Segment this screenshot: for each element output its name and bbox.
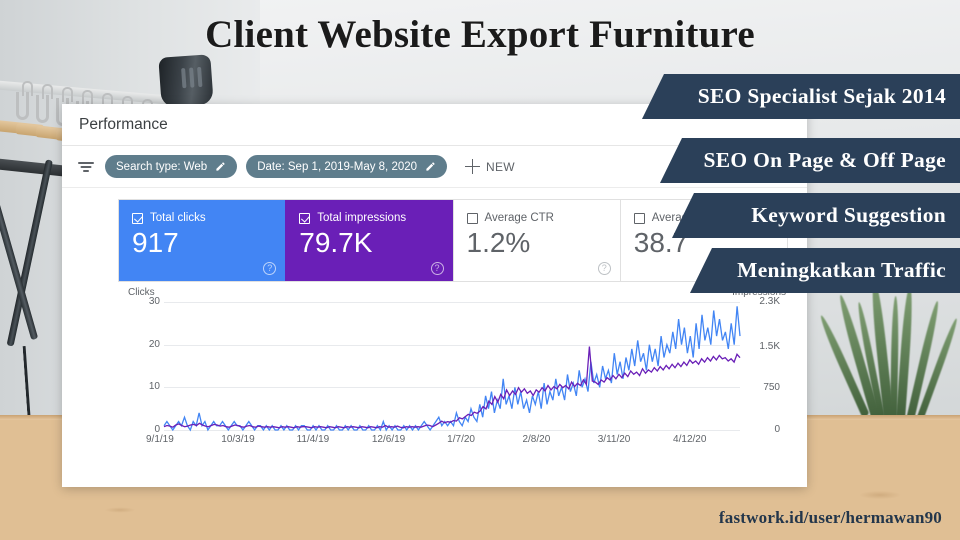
hanger-hook: [36, 84, 53, 123]
new-button-label: NEW: [486, 159, 515, 174]
metric-card-value: 79.7K: [299, 227, 373, 258]
checkbox-checked-icon[interactable]: [299, 212, 311, 224]
profile-url: fastwork.id/user/hermawan90: [718, 508, 942, 527]
performance-chart: ClicksImpressions010203007501.5K2.3K9/1/…: [118, 287, 788, 463]
service-banner: Meningkatkan Traffic: [690, 248, 960, 293]
help-icon[interactable]: ?: [597, 262, 611, 275]
metric-card-label: Average CTR: [484, 212, 554, 224]
chip-date-range[interactable]: Date: Sep 1, 2019-May 8, 2020: [246, 155, 448, 178]
service-banner: SEO Specialist Sejak 2014: [642, 74, 960, 119]
performance-title: Performance: [79, 115, 168, 133]
metric-card[interactable]: Total clicks 917?: [119, 200, 286, 281]
service-banner: Keyword Suggestion: [672, 193, 960, 238]
filter-icon[interactable]: [76, 157, 96, 177]
service-banner: SEO On Page & Off Page: [660, 138, 960, 183]
metric-card-label: Total clicks: [150, 212, 206, 224]
plus-icon: [465, 159, 481, 174]
metric-card-label: Total impressions: [317, 212, 407, 224]
metric-card-value: 917: [132, 227, 179, 258]
chip-search-type-label: Search type: Web: [116, 160, 208, 173]
desk-lamp-head: [158, 54, 214, 108]
help-icon[interactable]: ?: [263, 262, 277, 275]
service-banner-label: SEO Specialist Sejak 2014: [697, 84, 946, 108]
pencil-icon: [426, 162, 435, 171]
help-icon[interactable]: ?: [430, 262, 444, 275]
metric-card-value: 1.2%: [466, 227, 531, 258]
metric-card[interactable]: Average CTR 1.2%?: [452, 200, 620, 281]
checkbox-checked-icon[interactable]: [132, 212, 143, 224]
checkbox-icon[interactable]: [466, 212, 478, 224]
pencil-icon: [216, 162, 225, 171]
chip-search-type[interactable]: Search type: Web: [105, 155, 238, 178]
service-banner-label: Meningkatkan Traffic: [737, 258, 946, 282]
page-title: Client Website Export Furniture: [205, 13, 755, 56]
chip-date-range-label: Date: Sep 1, 2019-May 8, 2020: [257, 160, 418, 173]
new-button[interactable]: NEW: [465, 159, 515, 174]
checkbox-icon[interactable]: [633, 212, 645, 224]
chart-lines: [163, 306, 741, 432]
hanger-hook: [16, 81, 33, 120]
metric-card[interactable]: Total impressions 79.7K?: [285, 200, 453, 281]
service-banner-label: SEO On Page & Off Page: [703, 148, 946, 172]
service-banner-label: Keyword Suggestion: [751, 203, 946, 227]
